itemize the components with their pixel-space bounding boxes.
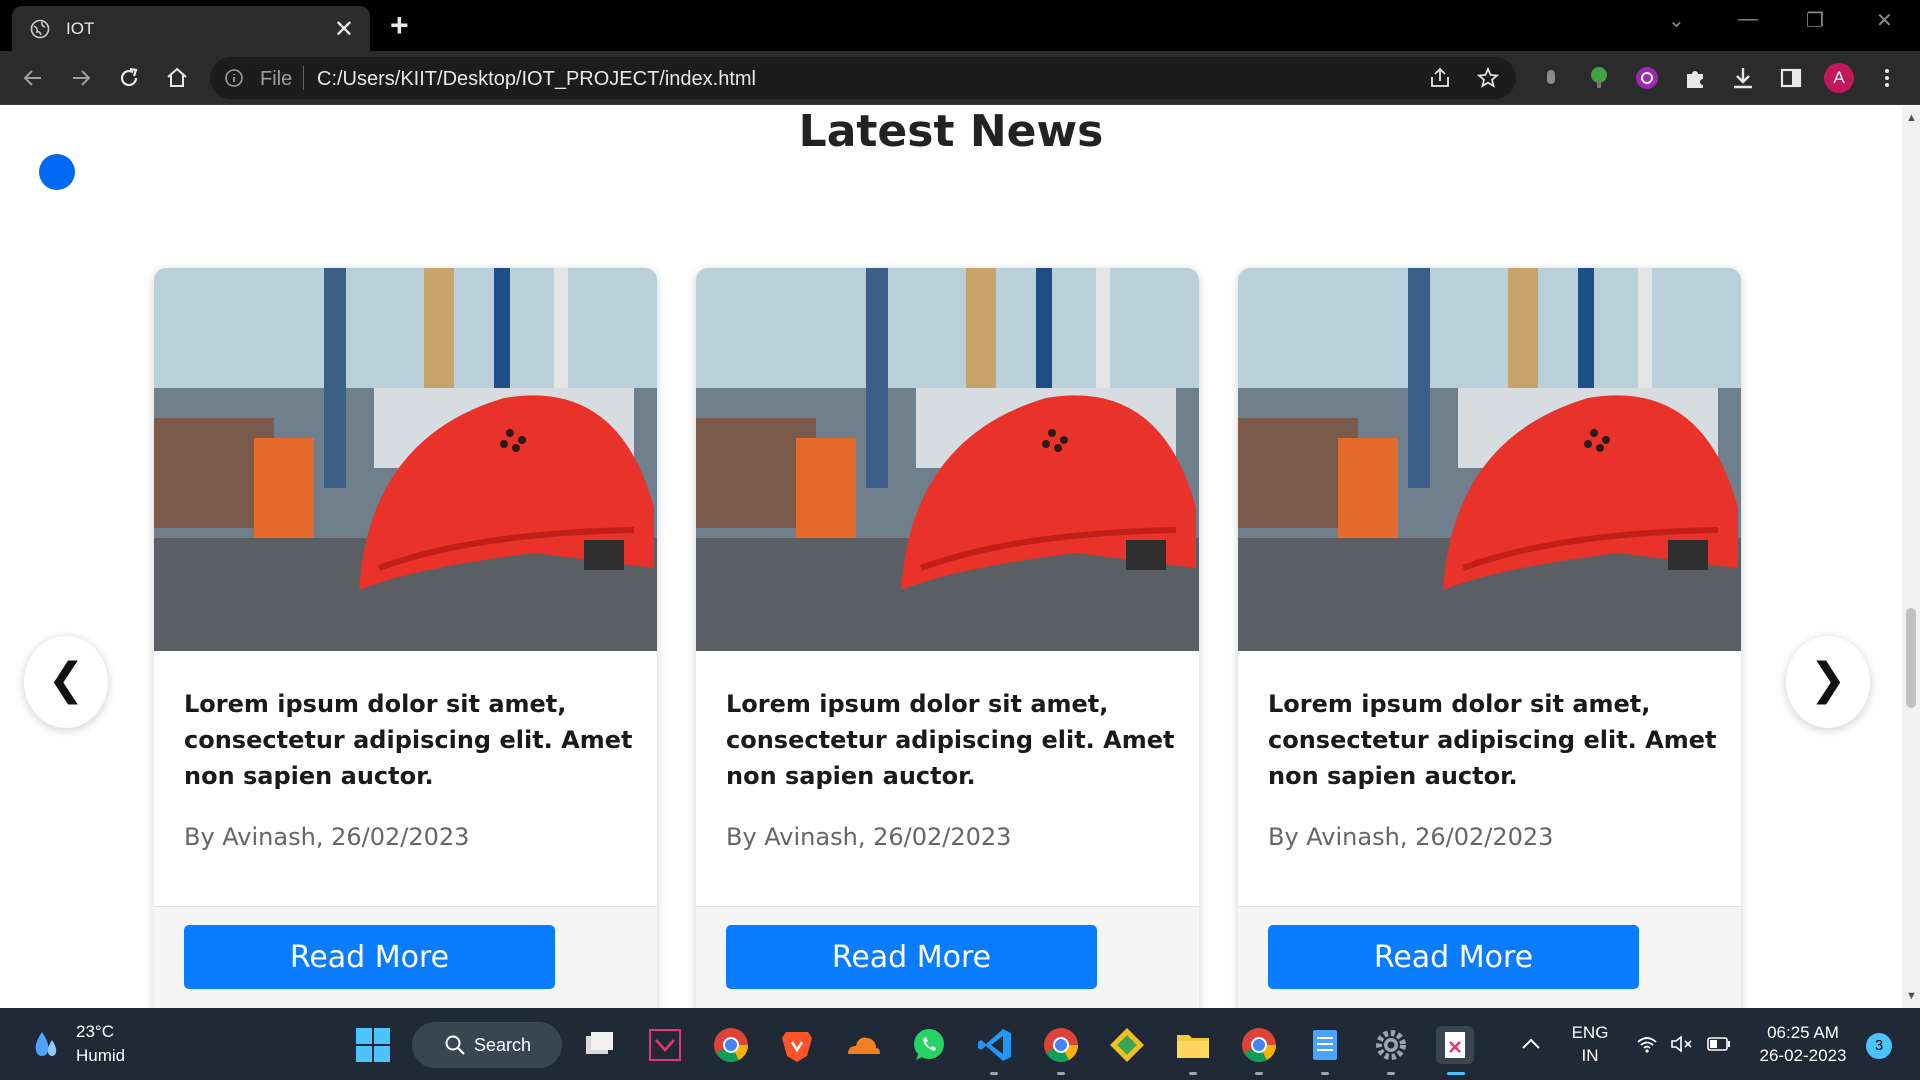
running-indicator [1255,1072,1263,1075]
language-bottom[interactable]: IN [1566,1046,1614,1066]
cloudflare-icon[interactable] [844,1026,882,1064]
helmet-image [1238,268,1741,651]
scrollbar-thumb[interactable] [1906,608,1916,708]
tab-search-chevron-icon[interactable]: ⌄ [1668,8,1685,33]
extensions-puzzle-icon[interactable] [1682,65,1708,91]
scroll-up-icon[interactable]: ▲ [1906,112,1917,124]
task-view-icon[interactable] [580,1026,618,1064]
clock-time[interactable]: 06:25 AM [1748,1023,1858,1043]
address-prefix: File [260,68,293,90]
notification-badge[interactable]: 3 [1866,1033,1892,1059]
side-panel-icon[interactable] [1778,65,1804,91]
minimize-icon[interactable]: — [1738,8,1758,31]
card-title: Lorem ipsum dolor sit amet, consectetur … [726,690,1175,790]
running-indicator [1387,1072,1395,1075]
card-title: Lorem ipsum dolor sit amet, consectetur … [1268,690,1717,790]
wifi-icon[interactable] [1636,1034,1658,1054]
floating-dot[interactable] [39,154,75,190]
running-indicator [1057,1072,1065,1075]
extension-purple-icon[interactable] [1634,65,1660,91]
reload-icon[interactable] [116,65,142,91]
read-more-button[interactable]: Read More [1268,925,1639,989]
weather-description: Humid [76,1046,126,1065]
home-icon[interactable] [164,65,190,91]
notepad-icon[interactable] [1306,1026,1344,1064]
news-card: Lorem ipsum dolor sit amet, consectetur … [696,268,1199,1008]
read-more-button[interactable]: Read More [184,925,555,989]
globe-icon [30,19,50,39]
volume-muted-icon[interactable] [1670,1034,1694,1054]
card-meta: By Avinash, 26/02/2023 [184,823,470,851]
language-top[interactable]: ENG [1566,1023,1614,1043]
section-title: Latest News [798,106,1104,157]
brave-icon[interactable] [778,1026,816,1064]
windows-taskbar: 23°C Humid Search ENG IN 06:25 AM 26-02-… [0,1008,1920,1080]
chrome-profile-2-icon[interactable] [1240,1026,1278,1064]
restore-icon[interactable]: ❐ [1806,8,1824,33]
back-icon[interactable] [20,65,46,91]
vscode-icon[interactable] [976,1026,1014,1064]
mail-app-icon[interactable] [646,1026,684,1064]
page-content: Latest News Lorem ipsum dolor sit amet, … [0,106,1902,1008]
git-tool-icon[interactable] [1108,1026,1146,1064]
chrome-icon[interactable] [712,1026,750,1064]
info-icon[interactable] [224,68,244,88]
profile-avatar[interactable]: A [1824,63,1854,93]
active-indicator [1447,1072,1465,1075]
snipping-tool-icon[interactable] [1436,1026,1474,1064]
scroll-down-icon[interactable]: ▼ [1906,990,1917,1002]
carousel-next-button[interactable]: ❯ [1786,636,1870,728]
card-footer: Read More [1238,906,1741,1008]
card-title: Lorem ipsum dolor sit amet, consectetur … [184,690,633,790]
weather-humid-icon[interactable] [30,1028,62,1060]
clock-date[interactable]: 26-02-2023 [1748,1046,1858,1066]
taskbar-search[interactable]: Search [412,1022,562,1068]
address-separator [303,66,304,90]
whatsapp-icon[interactable] [910,1026,948,1064]
page-scrollbar[interactable]: ▲ ▼ [1902,106,1920,1008]
running-indicator [1189,1072,1197,1075]
card-footer: Read More [696,906,1199,1008]
chrome-profile-icon[interactable] [1042,1026,1080,1064]
tab-title: IOT [66,19,95,38]
settings-gear-icon[interactable] [1372,1026,1410,1064]
battery-icon[interactable] [1706,1035,1732,1053]
bookmark-star-icon[interactable] [1476,66,1500,90]
share-icon[interactable] [1428,66,1452,90]
news-card: Lorem ipsum dolor sit amet, consectetur … [1238,268,1741,1008]
browser-toolbar: File C:/Users/KIIT/Desktop/IOT_PROJECT/i… [0,51,1920,105]
card-footer: Read More [154,906,657,1008]
helmet-image [696,268,1199,651]
card-meta: By Avinash, 26/02/2023 [726,823,1012,851]
running-indicator [990,1072,998,1075]
weather-temperature: 23°C [76,1022,114,1041]
tray-chevron-up-icon[interactable] [1520,1036,1542,1052]
browser-tab-bar: IOT ✕ + ⌄ — ❐ ✕ [0,0,1920,51]
card-meta: By Avinash, 26/02/2023 [1268,823,1554,851]
search-label: Search [474,1035,532,1055]
extension-mic-icon[interactable] [1538,65,1564,91]
search-icon [445,1035,465,1055]
carousel-prev-button[interactable]: ❮ [24,636,108,728]
running-indicator [1321,1072,1329,1075]
menu-kebab-icon[interactable] [1874,65,1900,91]
address-url[interactable]: C:/Users/KIIT/Desktop/IOT_PROJECT/index.… [317,68,756,91]
tab-close-icon[interactable]: ✕ [334,15,354,44]
address-bar[interactable]: File C:/Users/KIIT/Desktop/IOT_PROJECT/i… [210,57,1516,99]
helmet-image [154,268,657,651]
windows-start-icon[interactable] [354,1026,392,1064]
forward-icon[interactable] [68,65,94,91]
new-tab-icon[interactable]: + [390,9,409,41]
download-icon[interactable] [1730,65,1756,91]
read-more-button[interactable]: Read More [726,925,1097,989]
extension-tree-icon[interactable] [1586,65,1612,91]
file-explorer-icon[interactable] [1174,1026,1212,1064]
news-card: Lorem ipsum dolor sit amet, consectetur … [154,268,657,1008]
close-window-icon[interactable]: ✕ [1876,8,1893,33]
browser-tab[interactable]: IOT ✕ [12,6,370,51]
